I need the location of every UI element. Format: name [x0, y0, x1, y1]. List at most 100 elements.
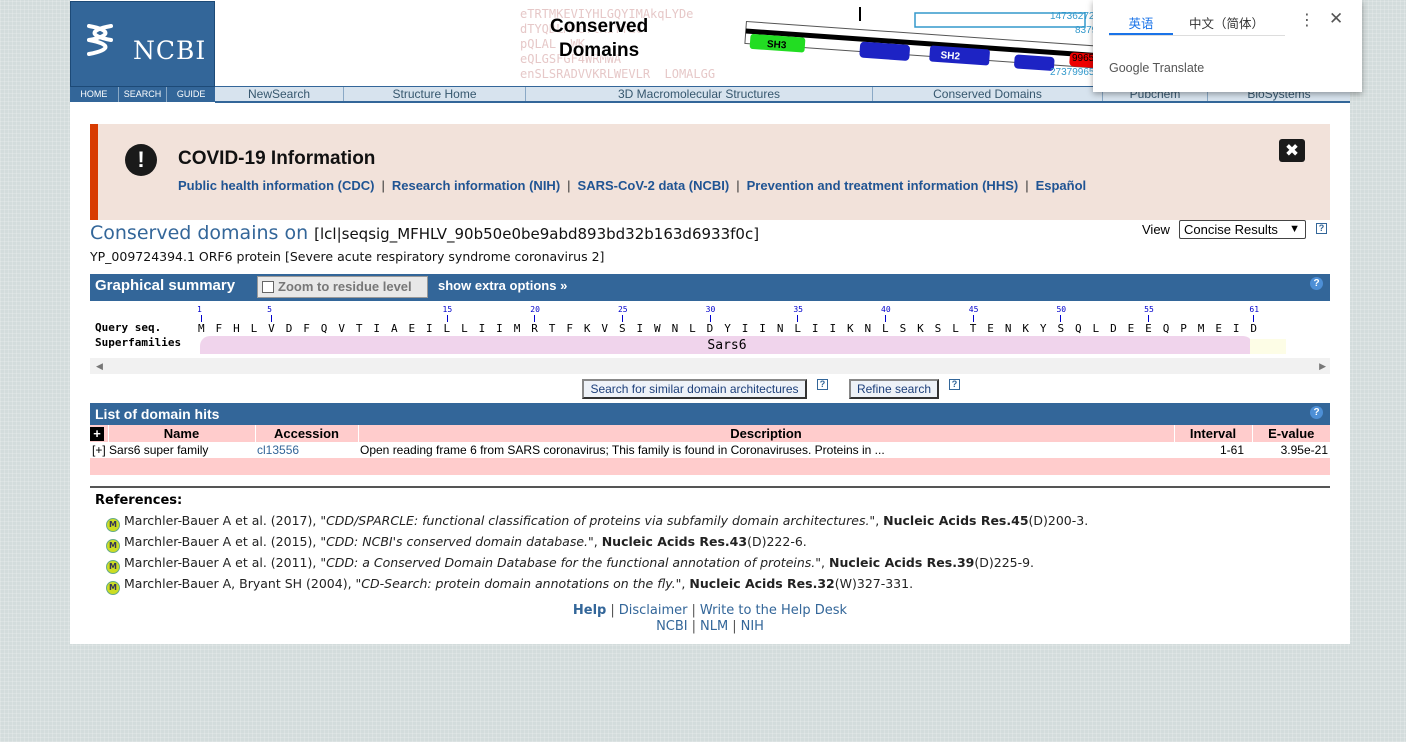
dna-helix-icon	[87, 24, 113, 56]
covid-link-ncbi[interactable]: SARS-CoV-2 data (NCBI)	[578, 178, 730, 193]
residue: L	[882, 322, 889, 335]
residue: E	[408, 322, 416, 335]
graphical-summary-title: Graphical summary	[95, 277, 236, 294]
expand-row-toggle[interactable]: [+]	[92, 443, 106, 457]
covid-link-hhs[interactable]: Prevention and treatment information (HH…	[747, 178, 1019, 193]
hit-evalue: 3.95e-21	[1252, 442, 1330, 458]
residue: M	[513, 322, 521, 335]
help-icon[interactable]: ?	[1310, 277, 1323, 290]
help-icon[interactable]: ?	[949, 379, 960, 390]
covid-link-espanol[interactable]: Español	[1036, 178, 1087, 193]
pubmed-icon[interactable]: M	[106, 539, 120, 553]
domain-hits-title: List of domain hits	[95, 406, 220, 422]
ref-authors: Marchler-Bauer A et al. (2017),	[124, 513, 321, 528]
pubmed-icon[interactable]: M	[106, 560, 120, 574]
ruler-tick	[972, 315, 974, 322]
tab-source-language[interactable]: 英语	[1109, 13, 1173, 32]
expand-all-icon[interactable]: +	[90, 427, 104, 441]
ref-authors: Marchler-Bauer A et al. (2015),	[124, 534, 321, 549]
column-interval[interactable]: Interval	[1174, 425, 1253, 442]
footer-nlm-link[interactable]: NLM	[700, 619, 728, 634]
sequence-graphic: 1 5 15 20 25 30 35 40 45 50 55 61 Query seq. MFHLVD…	[90, 302, 1330, 358]
search-link[interactable]: SEARCH	[119, 87, 168, 102]
residue: V	[268, 322, 275, 335]
residue: L	[794, 322, 801, 335]
view-select[interactable]: Concise Results ▼	[1179, 220, 1306, 239]
search-similar-button[interactable]: Search for similar domain architectures	[582, 379, 807, 399]
footer-nih-link[interactable]: NIH	[741, 619, 764, 634]
residue: Q	[1075, 322, 1082, 335]
ruler-tick	[1148, 315, 1150, 322]
nav-structure-home[interactable]: Structure Home	[344, 87, 526, 101]
residue: Y	[1039, 322, 1047, 335]
logo-links: HOME SEARCH GUIDE	[70, 87, 215, 102]
section-divider	[90, 486, 1330, 488]
tab-target-language[interactable]: 中文（简体）	[1189, 13, 1264, 32]
close-icon[interactable]: ✖	[1279, 139, 1305, 162]
zoom-residue-toggle[interactable]: Zoom to residue level	[257, 276, 428, 298]
ref-authors: Marchler-Bauer A, Bryant SH (2004),	[124, 576, 356, 591]
residue: H	[233, 322, 240, 335]
hit-name: Sars6 super family	[109, 443, 209, 457]
logo-text: NCBI	[133, 36, 207, 65]
covid-link-cdc[interactable]: Public health information (CDC)	[178, 178, 374, 193]
help-icon[interactable]: ?	[817, 379, 828, 390]
exclamation-icon: !	[125, 144, 157, 176]
scroll-right-icon[interactable]: ▶	[1319, 361, 1326, 372]
hit-accession-cell: cl13556	[255, 442, 358, 458]
ref-title: "CD-Search: protein domain annotations o…	[355, 576, 682, 591]
residue: I	[759, 322, 766, 335]
residue: F	[566, 322, 573, 335]
nav-conserved-domains[interactable]: Conserved Domains	[873, 87, 1103, 101]
scroll-left-icon[interactable]: ◀	[96, 361, 103, 372]
ncbi-logo[interactable]: NCBI	[70, 1, 215, 87]
more-options-icon[interactable]: ⋮	[1299, 10, 1315, 30]
residue: I	[1232, 322, 1240, 335]
reference-item: M Marchler-Bauer A et al. (2017), "CDD/SP…	[106, 513, 1088, 532]
footer-disclaimer-link[interactable]: Disclaimer	[619, 603, 688, 618]
ruler-tick	[201, 315, 202, 322]
query-seq-label: Query seq.	[95, 321, 162, 334]
graphical-summary-header: Graphical summary Zoom to residue level …	[90, 274, 1330, 301]
nav-newsearch[interactable]: NewSearch	[215, 87, 344, 101]
guide-link[interactable]: GUIDE	[167, 87, 215, 102]
column-description[interactable]: Description	[358, 425, 1175, 442]
footer-helpdesk-link[interactable]: Write to the Help Desk	[700, 603, 847, 618]
conserved-domains-banner[interactable]: eTRTMKEVIYHLGQYIMAkqLYDe dTYQDLMKeYlKIYf…	[510, 3, 1110, 85]
hit-accession-link[interactable]: cl13556	[257, 443, 299, 457]
link-separator: |	[567, 178, 571, 193]
link-separator: |	[736, 178, 740, 193]
help-icon[interactable]: ?	[1310, 406, 1323, 419]
horizontal-scrollbar[interactable]: ◀ ▶	[90, 358, 1330, 374]
help-icon[interactable]: ?	[1316, 223, 1327, 234]
banner-number-3: 9965	[1072, 53, 1095, 64]
column-evalue[interactable]: E-value	[1252, 425, 1330, 442]
chevron-down-icon: ▼	[1289, 223, 1300, 235]
residue: N	[864, 322, 872, 335]
refine-search-button[interactable]: Refine search	[849, 379, 939, 399]
reference-item: M Marchler-Bauer A et al. (2015), "CDD: N…	[106, 534, 807, 553]
footer-help-link[interactable]: Help	[573, 603, 606, 618]
pubmed-icon[interactable]: M	[106, 518, 120, 532]
ref-title: "CDD/SPARCLE: functional classification …	[320, 513, 876, 528]
show-extra-options-link[interactable]: show extra options »	[438, 278, 567, 293]
home-link[interactable]: HOME	[70, 87, 119, 102]
residue: M	[198, 322, 205, 335]
residue: I	[636, 322, 644, 335]
zoom-checkbox[interactable]	[262, 281, 274, 293]
residue: L	[443, 322, 451, 335]
residue: K	[583, 322, 591, 335]
column-accession[interactable]: Accession	[255, 425, 359, 442]
covid-link-nih[interactable]: Research information (NIH)	[392, 178, 560, 193]
column-name[interactable]: Name	[108, 425, 256, 442]
hit-interval: 1-61	[1174, 442, 1252, 458]
pubmed-icon[interactable]: M	[106, 581, 120, 595]
footer-ncbi-link[interactable]: NCBI	[656, 619, 688, 634]
link-separator: |	[691, 619, 697, 634]
ref-authors: Marchler-Bauer A et al. (2011),	[124, 555, 321, 570]
table-header-row: + Name Accession Description Interval E-…	[90, 425, 1330, 442]
residue: A	[390, 322, 398, 335]
nav-3d-structures[interactable]: 3D Macromolecular Structures	[526, 87, 873, 101]
close-icon[interactable]: ✕	[1329, 9, 1343, 29]
ruler-tick-label: 35	[793, 305, 803, 314]
